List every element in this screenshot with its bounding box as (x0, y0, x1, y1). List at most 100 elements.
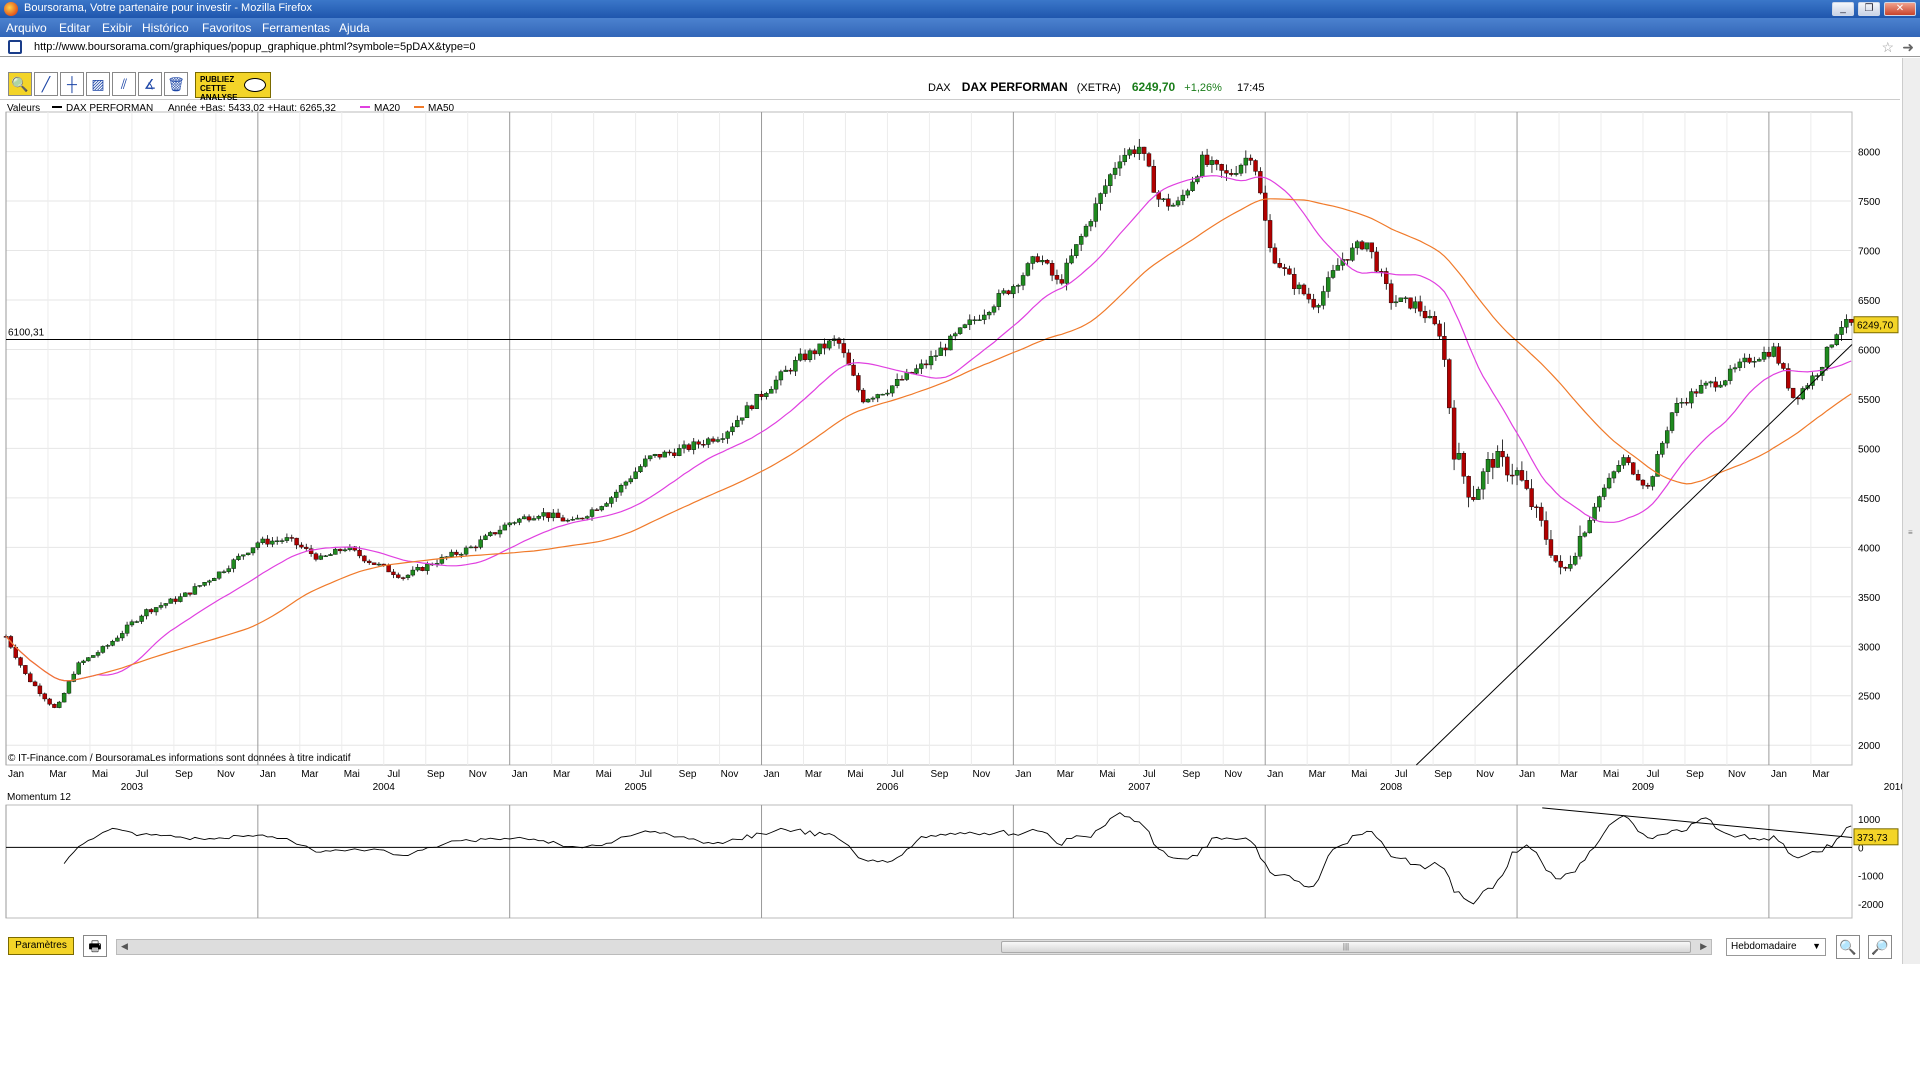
candle-body-down (294, 537, 299, 546)
candle-body-down (42, 693, 47, 700)
candle-body-up (1771, 346, 1776, 357)
price-chart-svg[interactable]: 2000 2500 3000 3500 4000 4500 5000 5500 6000 6500… (0, 100, 1902, 930)
candle (1713, 376, 1718, 392)
candle-body-up (1844, 319, 1849, 328)
candle-body-up (517, 518, 522, 523)
candle (1311, 293, 1316, 310)
horizontal-line-tool-icon[interactable]: ┼ (60, 72, 84, 96)
candle (851, 358, 856, 377)
minimize-button[interactable]: _ (1832, 2, 1854, 16)
horizontal-scrollbar[interactable]: ◀ ||| ▶ (116, 939, 1712, 955)
candle-body-down (1277, 262, 1282, 268)
vertical-scrollbar[interactable]: ≡ (1902, 58, 1920, 964)
month-label: Nov (217, 769, 235, 780)
candle (769, 386, 774, 394)
menu-arquivo[interactable]: Arquivo (6, 21, 47, 35)
print-icon[interactable]: 🖶 (83, 935, 107, 957)
parallel-tool-icon[interactable]: ⫽ (112, 72, 136, 96)
candle (192, 583, 198, 595)
zoom-tool-icon[interactable]: 🔍 (8, 72, 32, 96)
url-field[interactable]: http://www.boursorama.com/graphiques/pop… (34, 41, 476, 53)
candle (507, 522, 512, 528)
restore-button[interactable]: ❐ (1858, 2, 1880, 16)
candle (1045, 258, 1050, 265)
candle-body-up (652, 454, 658, 456)
candle-body-up (1616, 465, 1621, 472)
candle (1732, 363, 1738, 373)
close-button[interactable]: ✕ (1884, 2, 1916, 16)
scroll-thumb[interactable]: ||| (1001, 941, 1691, 953)
candle-body-up (1209, 160, 1215, 165)
fibonacci-tool-icon[interactable]: ▨ (86, 72, 110, 96)
candle-body-up (284, 537, 290, 541)
line-tool-icon[interactable]: ╱ (34, 72, 58, 96)
candle-body-up (609, 497, 614, 504)
candle (149, 608, 154, 615)
candle-body-up (76, 662, 81, 675)
candle (212, 577, 217, 582)
candle-body-up (764, 393, 769, 397)
candle (1839, 320, 1844, 341)
go-arrow-icon[interactable]: ➜ (1902, 39, 1914, 56)
month-label: Jul (891, 769, 904, 780)
candle (289, 534, 294, 542)
menu-historico[interactable]: Histórico (142, 21, 189, 35)
quote-header: DAX DAX PERFORMAN (XETRA) 6249,70 +1,26%… (928, 80, 1265, 94)
publiez-button[interactable]: PUBLIEZ CETTE ANALYSE (195, 72, 271, 102)
menu-ferramentas[interactable]: Ferramentas (262, 21, 330, 35)
candle-body-down (1229, 173, 1234, 175)
angle-tool-icon[interactable]: ∡ (138, 72, 162, 96)
candle (1355, 239, 1360, 255)
candle (1771, 342, 1776, 358)
candle-body-down (289, 537, 294, 539)
candle (1708, 380, 1713, 388)
candle-body-up (551, 512, 556, 519)
month-label: Jan (1015, 769, 1031, 780)
scroll-right-icon[interactable]: ▶ (1700, 941, 1707, 952)
candle-body-up (1161, 198, 1166, 200)
y-tick-label: 8000 (1858, 148, 1881, 159)
candle (86, 657, 91, 662)
candle (836, 336, 842, 349)
candle-body-up (328, 554, 333, 556)
candle-body-up (1703, 382, 1709, 386)
candle-body-down (420, 567, 425, 571)
menu-ajuda[interactable]: Ajuda (339, 21, 370, 35)
candle (1282, 263, 1287, 276)
chart-area[interactable]: 2000 2500 3000 3500 4000 4500 5000 5500 6000 6500… (0, 100, 1902, 930)
parametres-button[interactable]: Paramètres (8, 937, 74, 955)
bookmark-star-icon[interactable]: ☆ (1881, 39, 1894, 56)
menu-favoritos[interactable]: Favoritos (202, 21, 251, 35)
candle-body-up (1170, 204, 1176, 207)
candle-body-up (536, 516, 541, 519)
candle-body-down (1563, 567, 1568, 569)
candle (701, 439, 706, 448)
candle-body-up (1723, 380, 1728, 386)
candle (1417, 295, 1423, 317)
candle (1350, 243, 1355, 262)
scroll-grip[interactable]: ≡ (1908, 528, 1916, 537)
candle-body-up (1001, 290, 1006, 294)
candle-body-down (1694, 391, 1699, 394)
scroll-left-icon[interactable]: ◀ (121, 941, 128, 952)
candle-body-up (1088, 221, 1094, 227)
trash-icon[interactable]: 🗑 (164, 72, 188, 96)
candle-body-up (90, 655, 96, 658)
candle-body-down (1059, 279, 1064, 284)
candle-body-down (1054, 275, 1060, 280)
zoom-out-icon[interactable]: 🔍 (1836, 935, 1860, 959)
candle (1263, 185, 1268, 222)
candle (439, 554, 445, 565)
period-select[interactable]: Hebdomadaire ▼ (1726, 938, 1826, 956)
zoom-in-icon[interactable]: 🔎 (1868, 935, 1892, 959)
candle (144, 608, 149, 620)
candle (1747, 353, 1752, 364)
candle (1175, 196, 1181, 207)
candle-body-down (710, 438, 716, 442)
candle-body-up (938, 347, 943, 356)
menu-editar[interactable]: Editar (59, 21, 90, 35)
momentum-y-label: -2000 (1858, 900, 1884, 911)
candle-body-up (275, 540, 280, 542)
candle (1166, 193, 1171, 211)
menu-exibir[interactable]: Exibir (102, 21, 132, 35)
